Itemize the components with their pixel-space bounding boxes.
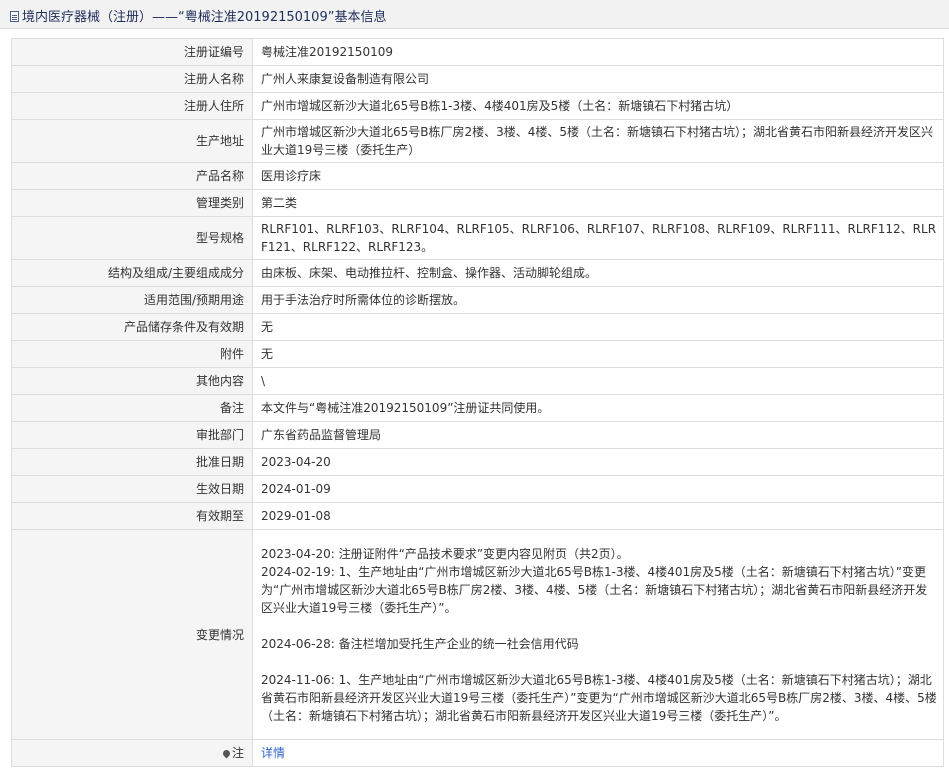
row-label: 有效期至 [11,502,253,530]
note-value-cell: 详情 [252,739,944,767]
table-row: 产品名称 医用诊疗床 [11,162,944,190]
row-label: 注册人住所 [11,92,253,120]
note-label: 注 [231,746,244,760]
row-label: 注册证编号 [11,38,253,66]
table-row: 其他内容 \ [11,367,944,395]
row-value: 2024-01-09 [252,475,944,503]
page-title-wrap: 境内医疗器械（注册）——“粤械注准20192150109”基本信息 [10,6,386,25]
row-value: 广东省药品监督管理局 [252,421,944,449]
table-row: 适用范围/预期用途 用于手法治疗时所需体位的诊断摆放。 [11,286,944,314]
row-label: 附件 [11,340,253,368]
row-label: 管理类别 [11,189,253,217]
table-row: 附件无 [11,340,944,368]
change-entry: 2024-06-28: 备注栏增加受托生产企业的统一社会信用代码 [261,636,579,651]
table-row: 审批部门 广东省药品监督管理局 [11,421,944,449]
row-label: 生效日期 [11,475,253,503]
row-value: \ [252,367,944,395]
row-label: 结构及组成/主要组成成分 [11,259,253,287]
row-label: 产品储存条件及有效期 [11,313,253,341]
details-link[interactable]: 详情 [261,746,285,760]
change-spacer [261,617,937,635]
changes-value: 2023-04-20: 注册证附件“产品技术要求”变更内容见附页（共2页）。 20… [252,529,944,740]
document-icon [10,11,19,22]
row-value: 第二类 [252,189,944,217]
row-value: 无 [252,340,944,368]
change-entry: 2023-04-20: 注册证附件“产品技术要求”变更内容见附页（共2页）。 [261,546,629,561]
row-value: 本文件与“粤械注准20192150109”注册证共同使用。 [252,394,944,422]
table-row-changes: 变更情况 2023-04-20: 注册证附件“产品技术要求”变更内容见附页（共2页… [11,529,944,740]
table-row: 备注 本文件与“粤械注准20192150109”注册证共同使用。 [11,394,944,422]
row-value: 用于手法治疗时所需体位的诊断摆放。 [252,286,944,314]
table-row: 有效期至 2029-01-08 [11,502,944,530]
row-label: 变更情况 [11,529,253,740]
row-label: 其他内容 [11,367,253,395]
row-label: 适用范围/预期用途 [11,286,253,314]
table-row: 管理类别 第二类 [11,189,944,217]
table-row: 批准日期 2023-04-20 [11,448,944,476]
row-value: 无 [252,313,944,341]
change-entry: 2024-02-19: 1、生产地址由“广州市增城区新沙大道北65号B栋1-3楼… [261,564,928,615]
row-value: RLRF101、RLRF103、RLRF104、RLRF105、RLRF106、… [252,216,944,260]
row-value: 由床板、床架、电动推拉杆、控制盒、操作器、活动脚轮组成。 [252,259,944,287]
info-table: 注册证编号 粤械注准20192150109 注册人名称 广州人来康复设备制造有限公司注… [11,38,944,767]
table-row: 注册证编号 粤械注准20192150109 [11,38,944,66]
row-value: 广州人来康复设备制造有限公司 [252,65,944,93]
page-header: 境内医疗器械（注册）——“粤械注准20192150109”基本信息 [0,0,949,29]
table-row: 注册人住所 广州市增城区新沙大道北65号B栋1-3楼、4楼401房及5楼（土名：新… [11,92,944,120]
pin-icon [221,748,232,759]
row-label: 型号规格 [11,216,253,260]
row-label: 备注 [11,394,253,422]
row-label: 注册人名称 [11,65,253,93]
row-label: 审批部门 [11,421,253,449]
table-row: 产品储存条件及有效期无 [11,313,944,341]
table-row: 生效日期 2024-01-09 [11,475,944,503]
row-value: 2029-01-08 [252,502,944,530]
row-value: 2023-04-20 [252,448,944,476]
row-label: 产品名称 [11,162,253,190]
table-row: 注册人名称 广州人来康复设备制造有限公司 [11,65,944,93]
row-value: 医用诊疗床 [252,162,944,190]
page-title: 境内医疗器械（注册）——“粤械注准20192150109”基本信息 [22,10,387,25]
row-value: 广州市增城区新沙大道北65号B栋厂房2楼、3楼、4楼、5楼（土名：新塘镇石下村猪… [252,119,944,163]
table-row: 型号规格 RLRF101、RLRF103、RLRF104、RLRF105、RLRF… [11,216,944,260]
table-row: 结构及组成/主要组成成分 由床板、床架、电动推拉杆、控制盒、操作器、活动脚轮组成。 [11,259,944,287]
table-row: 生产地址 广州市增城区新沙大道北65号B栋厂房2楼、3楼、4楼、5楼（土名：新塘镇… [11,119,944,163]
row-value: 粤械注准20192150109 [252,38,944,66]
row-value: 广州市增城区新沙大道北65号B栋1-3楼、4楼401房及5楼（土名：新塘镇石下村… [252,92,944,120]
change-entry: 2024-11-06: 1、生产地址由“广州市增城区新沙大道北65号B栋1-3楼… [261,672,937,723]
change-spacer [261,653,937,671]
note-label-cell: 注 [11,739,253,767]
row-label: 生产地址 [11,119,253,163]
row-label: 批准日期 [11,448,253,476]
table-row-note: 注 详情 [11,739,944,767]
